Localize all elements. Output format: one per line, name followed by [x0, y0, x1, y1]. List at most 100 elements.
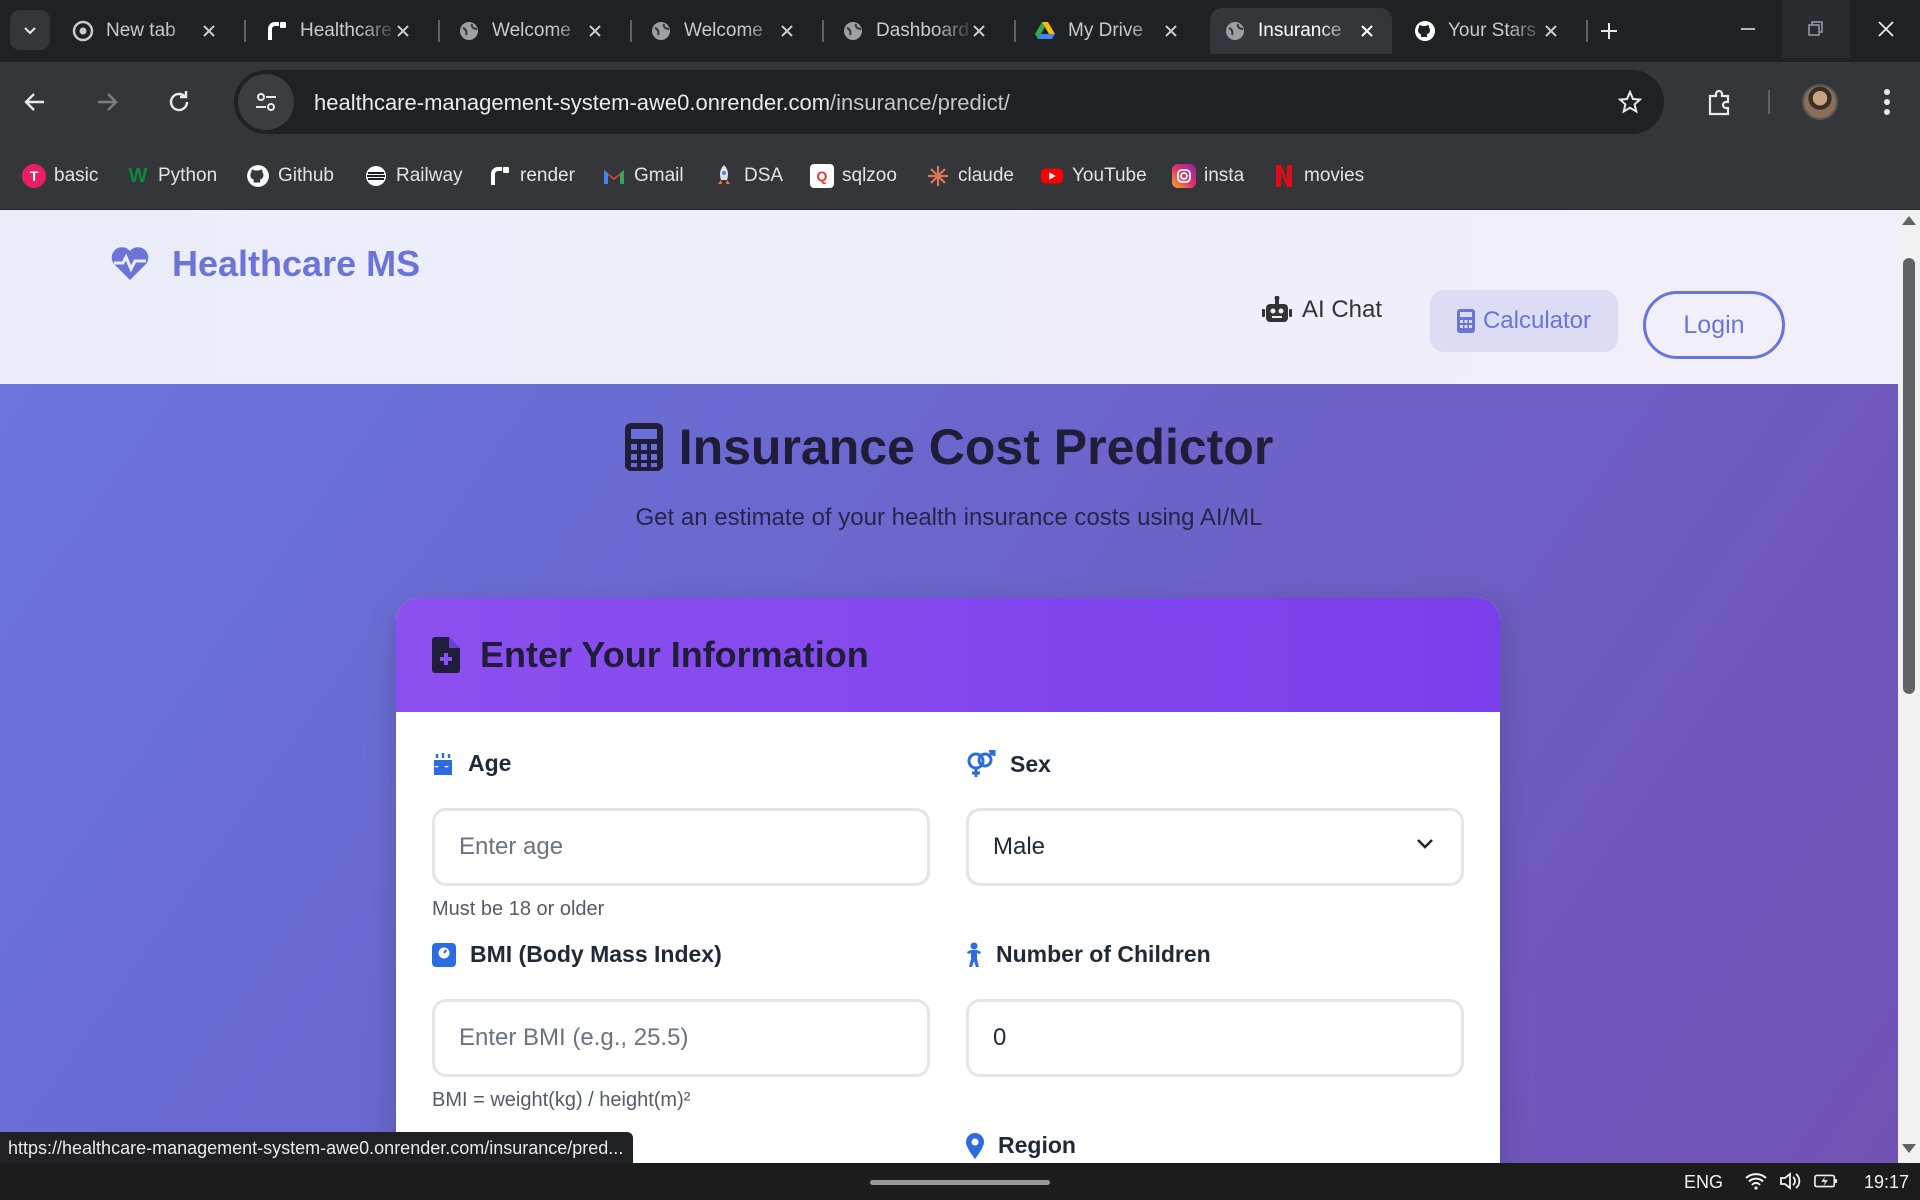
region-label: Region [966, 1132, 1076, 1159]
weight-scale-icon [432, 942, 456, 967]
close-window-button[interactable] [1852, 0, 1920, 58]
tab-healthcare[interactable]: Healthcare [252, 8, 428, 54]
youtube-icon [1040, 164, 1064, 188]
address-bar[interactable]: healthcare-management-system-awe0.onrend… [234, 70, 1664, 134]
close-icon [1878, 21, 1894, 37]
puzzle-icon [1708, 89, 1730, 116]
bookmark-python[interactable]: W Python [126, 158, 218, 194]
tab-welcome-1[interactable]: Welcome [444, 8, 620, 54]
close-icon[interactable] [198, 20, 220, 42]
calculator-label: Calculator [1482, 307, 1592, 334]
link-status-bubble: https://healthcare-management-system-awe… [0, 1132, 634, 1164]
globe-icon [1224, 20, 1246, 42]
taskbar-handle[interactable] [870, 1180, 1050, 1185]
bookmark-star-button[interactable] [1616, 88, 1644, 116]
rocket-icon [712, 164, 736, 188]
tab-title: Welcome [492, 20, 571, 41]
bookmark-basic[interactable]: T basic [22, 158, 98, 194]
site-info-button[interactable] [238, 74, 294, 130]
tab-title: Welcome [684, 20, 763, 41]
render-icon [266, 20, 288, 42]
restore-button[interactable] [1782, 0, 1850, 58]
language-indicator[interactable]: ENG [1684, 1172, 1723, 1193]
forward-button[interactable] [84, 79, 130, 125]
restore-icon [1808, 21, 1823, 36]
calculator-icon [624, 423, 663, 471]
globe-icon [842, 20, 864, 42]
bookmark-insta[interactable]: insta [1172, 158, 1244, 194]
bmi-input[interactable] [432, 999, 930, 1077]
venus-mars-icon [966, 750, 996, 778]
sex-selected-value: Male [993, 833, 1046, 860]
sex-label: Sex [966, 750, 1051, 778]
age-hint: Must be 18 or older [432, 898, 605, 920]
bookmark-gmail[interactable]: Gmail [602, 158, 684, 194]
battery-charging-icon[interactable] [1814, 1170, 1838, 1192]
browser-menu-button[interactable] [1872, 82, 1902, 122]
url-text: healthcare-management-system-awe0.onrend… [314, 90, 1010, 116]
tab-title: Dashboard [876, 20, 969, 41]
ai-chat-link[interactable]: AI Chat [1262, 296, 1382, 324]
bookmark-github[interactable]: Github [246, 158, 334, 194]
bookmark-movies[interactable]: movies [1272, 158, 1364, 194]
birthday-cake-icon [432, 752, 454, 776]
close-icon[interactable] [1160, 20, 1182, 42]
wifi-icon[interactable] [1744, 1170, 1768, 1192]
profile-avatar[interactable] [1802, 84, 1838, 120]
scrollbar-thumb[interactable] [1903, 258, 1915, 694]
tab-welcome-2[interactable]: Welcome [636, 8, 812, 54]
gmail-icon [602, 164, 626, 188]
reload-button[interactable] [156, 79, 202, 125]
close-icon[interactable] [968, 20, 990, 42]
close-icon[interactable] [392, 20, 414, 42]
tab-search-button[interactable] [10, 10, 50, 50]
age-input[interactable] [432, 808, 930, 886]
calculator-link[interactable]: Calculator [1430, 290, 1618, 352]
basic-icon: T [22, 164, 46, 188]
brand-link[interactable]: Healthcare MS [108, 242, 420, 286]
bookmark-label: Github [278, 165, 334, 186]
bookmark-sqlzoo[interactable]: Q sqlzoo [810, 158, 897, 194]
tab-title: My Drive [1068, 20, 1143, 41]
speaker-icon[interactable] [1778, 1170, 1802, 1192]
close-icon[interactable] [584, 20, 606, 42]
children-input[interactable] [966, 999, 1464, 1077]
close-icon[interactable] [776, 20, 798, 42]
bookmark-label: DSA [744, 165, 784, 186]
github-icon [1414, 20, 1436, 42]
robot-icon [1262, 296, 1292, 324]
bookmark-railway[interactable]: Railway [364, 158, 463, 194]
heartbeat-icon [108, 242, 152, 286]
bookmark-render[interactable]: render [488, 158, 575, 194]
tab-my-drive[interactable]: My Drive [1020, 8, 1196, 54]
python-w-icon: W [128, 164, 148, 187]
chevron-down-icon [1415, 837, 1435, 851]
scroll-down-arrow[interactable] [1902, 1144, 1916, 1153]
tab-new-tab[interactable]: New tab [58, 8, 234, 54]
tab-your-stars[interactable]: Your Stars [1400, 8, 1576, 54]
url-path: /insurance/predict/ [830, 90, 1010, 115]
tab-dashboard[interactable]: Dashboard [828, 8, 1004, 54]
page-scrollbar[interactable] [1898, 210, 1920, 1163]
close-icon[interactable] [1356, 20, 1378, 42]
bmi-hint: BMI = weight(kg) / height(m)² [432, 1089, 691, 1111]
star-icon [1618, 90, 1642, 114]
file-medical-icon [432, 637, 460, 673]
close-icon[interactable] [1540, 20, 1562, 42]
tab-insurance[interactable]: Insurance [1210, 8, 1392, 54]
clock-time[interactable]: 19:17 [1864, 1172, 1909, 1193]
bookmark-dsa[interactable]: DSA [712, 158, 783, 194]
scroll-up-arrow[interactable] [1902, 216, 1916, 225]
minimize-button[interactable] [1714, 0, 1782, 58]
bookmark-youtube[interactable]: YouTube [1040, 158, 1147, 194]
bookmark-label: Gmail [634, 165, 684, 186]
login-button[interactable]: Login [1643, 291, 1785, 359]
extensions-button[interactable] [1700, 82, 1740, 122]
brand-name: Healthcare MS [172, 243, 421, 284]
bookmark-claude[interactable]: claude [926, 158, 1014, 194]
insurance-form-card: Enter Your Information Age Must be 18 or… [396, 598, 1500, 1163]
back-button[interactable] [12, 79, 58, 125]
globe-icon [650, 20, 672, 42]
sex-select[interactable]: Male [966, 808, 1464, 886]
new-tab-button[interactable] [1592, 14, 1626, 48]
